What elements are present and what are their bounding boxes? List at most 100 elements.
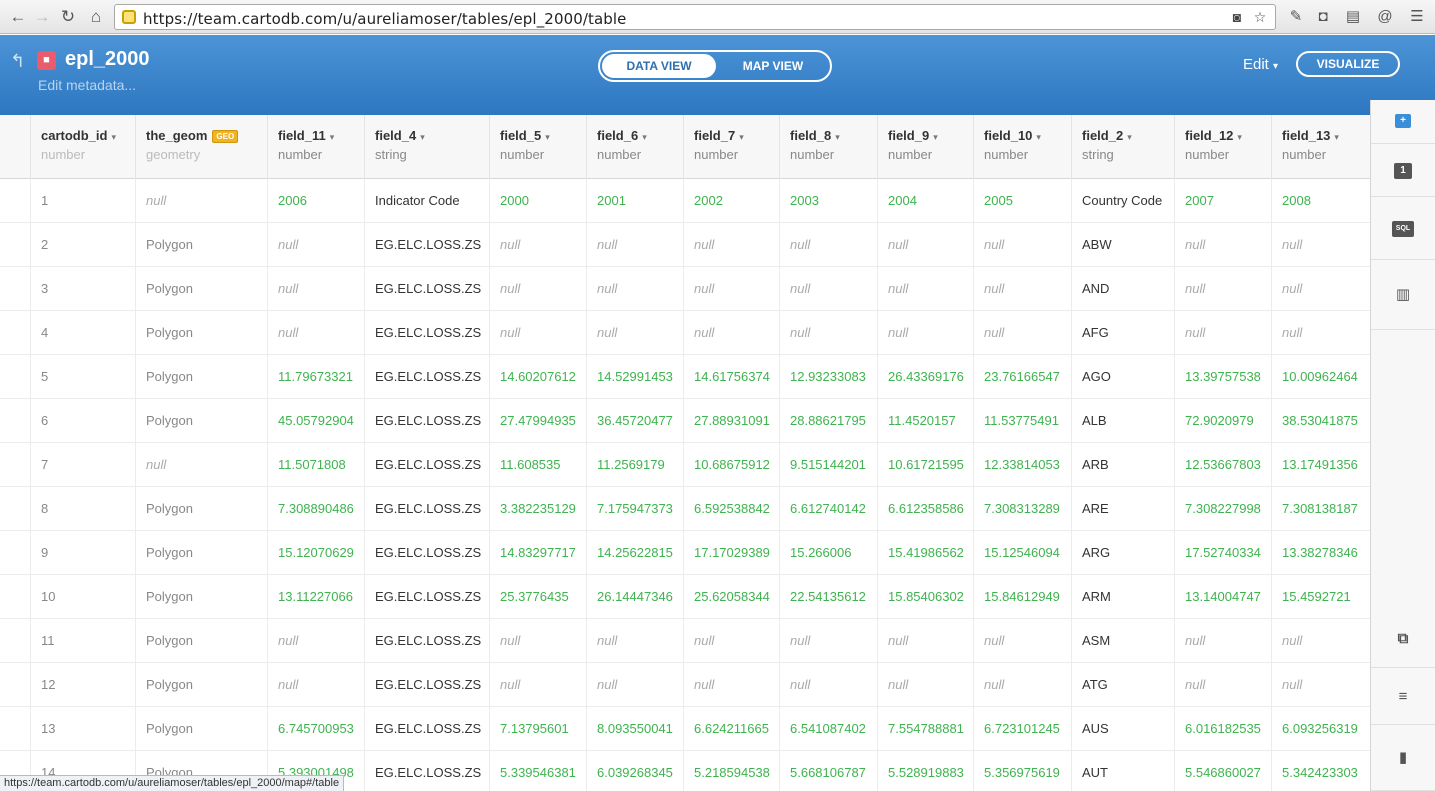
column-name[interactable]: field_9 ▾ xyxy=(888,128,938,143)
table-cell-field_5[interactable]: 11.608535 xyxy=(489,443,586,487)
table-cell-field_6[interactable]: 26.14447346 xyxy=(586,575,683,619)
back-arrow-icon[interactable]: ← xyxy=(8,7,28,27)
table-cell-field_11[interactable]: 45.05792904 xyxy=(267,399,364,443)
column-header-field_8[interactable]: field_8 ▾ number xyxy=(779,115,877,179)
table-cell-field_9[interactable]: 15.85406302 xyxy=(877,575,973,619)
table-cell-field_13[interactable]: 7.308138187 xyxy=(1271,487,1370,531)
table-cell-field_6[interactable]: 14.52991453 xyxy=(586,355,683,399)
table-cell-field_9[interactable]: null xyxy=(877,619,973,663)
column-type[interactable]: number xyxy=(984,147,1028,162)
table-cell-the_geom[interactable]: Polygon xyxy=(135,355,267,399)
table-cell-field_9[interactable]: null xyxy=(877,223,973,267)
table-cell-field_6[interactable]: null xyxy=(586,267,683,311)
table-cell-field_2[interactable]: ASM xyxy=(1071,619,1174,663)
side-tool-bookmark[interactable]: ▮ xyxy=(1371,725,1435,791)
table-cell-field_12[interactable]: null xyxy=(1174,223,1271,267)
table-cell-field_10[interactable]: 15.84612949 xyxy=(973,575,1071,619)
table-cell-field_11[interactable]: 15.12070629 xyxy=(267,531,364,575)
column-header-field_5[interactable]: field_5 ▾ number xyxy=(489,115,586,179)
column-type[interactable]: number xyxy=(278,147,322,162)
table-cell-field_9[interactable]: 15.41986562 xyxy=(877,531,973,575)
table-cell-field_9[interactable]: 5.528919883 xyxy=(877,751,973,791)
table-cell-field_13[interactable]: null xyxy=(1271,619,1370,663)
side-tool-filter[interactable]: ≡ xyxy=(1371,668,1435,725)
table-cell-field_12[interactable]: 13.14004747 xyxy=(1174,575,1271,619)
table-cell-field_13[interactable]: 10.00962464 xyxy=(1271,355,1370,399)
table-cell-field_12[interactable]: null xyxy=(1174,267,1271,311)
table-cell-field_2[interactable]: AGO xyxy=(1071,355,1174,399)
table-cell-field_12[interactable]: 6.016182535 xyxy=(1174,707,1271,751)
table-cell-the_geom[interactable]: Polygon xyxy=(135,531,267,575)
column-name[interactable]: field_5 ▾ xyxy=(500,128,550,143)
column-name[interactable]: cartodb_id ▾ xyxy=(41,128,116,143)
table-cell-the_geom[interactable]: Polygon xyxy=(135,619,267,663)
table-cell-field_9[interactable]: 11.4520157 xyxy=(877,399,973,443)
home-icon[interactable]: ⌂ xyxy=(86,7,106,27)
column-header-field_4[interactable]: field_4 ▾ string xyxy=(364,115,489,179)
reader-extension-icon[interactable]: ▤ xyxy=(1344,8,1362,26)
table-cell-field_6[interactable]: null xyxy=(586,311,683,355)
table-cell-field_9[interactable]: 2004 xyxy=(877,179,973,223)
table-cell-field_10[interactable]: 7.308313289 xyxy=(973,487,1071,531)
table-cell-field_2[interactable]: AUS xyxy=(1071,707,1174,751)
table-cell-field_5[interactable]: 5.339546381 xyxy=(489,751,586,791)
map-view-tab[interactable]: MAP VIEW xyxy=(718,54,828,78)
table-cell-field_10[interactable]: null xyxy=(973,267,1071,311)
table-cell-field_4[interactable]: EG.ELC.LOSS.ZS xyxy=(364,399,489,443)
table-cell-cartodb_id[interactable]: 2 xyxy=(30,223,135,267)
menu-icon[interactable]: ☰ xyxy=(1408,8,1426,26)
table-cell-field_4[interactable]: EG.ELC.LOSS.ZS xyxy=(364,575,489,619)
table-cell-field_9[interactable]: 6.612358586 xyxy=(877,487,973,531)
table-cell-cartodb_id[interactable]: 10 xyxy=(30,575,135,619)
table-cell-field_2[interactable]: AND xyxy=(1071,267,1174,311)
at-extension-icon[interactable]: @ xyxy=(1376,8,1394,26)
table-cell-field_12[interactable]: 72.9020979 xyxy=(1174,399,1271,443)
table-cell-cartodb_id[interactable]: 8 xyxy=(30,487,135,531)
visualize-button[interactable]: VISUALIZE xyxy=(1296,51,1400,77)
table-cell-field_11[interactable]: null xyxy=(267,311,364,355)
table-cell-field_10[interactable]: 12.33814053 xyxy=(973,443,1071,487)
table-cell-field_7[interactable]: null xyxy=(683,267,779,311)
chevron-down-icon[interactable]: ▾ xyxy=(933,132,938,142)
table-cell-field_12[interactable]: 17.52740334 xyxy=(1174,531,1271,575)
table-cell-field_10[interactable]: 6.723101245 xyxy=(973,707,1071,751)
table-cell-cartodb_id[interactable]: 9 xyxy=(30,531,135,575)
table-cell-field_4[interactable]: EG.ELC.LOSS.ZS xyxy=(364,531,489,575)
table-cell-cartodb_id[interactable]: 5 xyxy=(30,355,135,399)
column-type[interactable]: number xyxy=(1282,147,1326,162)
table-cell-the_geom[interactable]: Polygon xyxy=(135,311,267,355)
table-cell-cartodb_id[interactable]: 1 xyxy=(30,179,135,223)
table-cell-field_7[interactable]: null xyxy=(683,223,779,267)
side-tool-sql[interactable]: SQL xyxy=(1371,197,1435,260)
table-cell-field_2[interactable]: Country Code xyxy=(1071,179,1174,223)
table-cell-field_4[interactable]: EG.ELC.LOSS.ZS xyxy=(364,223,489,267)
table-cell-field_12[interactable]: 12.53667803 xyxy=(1174,443,1271,487)
table-cell-cartodb_id[interactable]: 11 xyxy=(30,619,135,663)
table-cell-field_7[interactable]: 10.68675912 xyxy=(683,443,779,487)
table-cell-field_11[interactable]: 13.11227066 xyxy=(267,575,364,619)
table-cell-field_11[interactable]: null xyxy=(267,223,364,267)
table-cell-cartodb_id[interactable]: 7 xyxy=(30,443,135,487)
chevron-down-icon[interactable]: ▾ xyxy=(330,132,335,142)
back-to-dashboard-icon[interactable]: ↰ xyxy=(10,51,25,72)
table-cell-field_8[interactable]: 5.668106787 xyxy=(779,751,877,791)
chevron-down-icon[interactable]: ▾ xyxy=(1036,132,1041,142)
column-type[interactable]: string xyxy=(375,147,407,162)
column-name[interactable]: field_10 ▾ xyxy=(984,128,1041,143)
table-cell-field_7[interactable]: 2002 xyxy=(683,179,779,223)
table-cell-field_11[interactable]: 6.745700953 xyxy=(267,707,364,751)
table-cell-field_13[interactable]: 6.093256319 xyxy=(1271,707,1370,751)
table-cell-field_10[interactable]: 15.12546094 xyxy=(973,531,1071,575)
table-cell-field_9[interactable]: null xyxy=(877,267,973,311)
chevron-down-icon[interactable]: ▾ xyxy=(1237,132,1242,142)
table-cell-cartodb_id[interactable]: 12 xyxy=(30,663,135,707)
column-header-field_12[interactable]: field_12 ▾ number xyxy=(1174,115,1271,179)
table-cell-cartodb_id[interactable]: 6 xyxy=(30,399,135,443)
column-type[interactable]: number xyxy=(888,147,932,162)
table-cell-field_8[interactable]: 12.93233083 xyxy=(779,355,877,399)
table-cell-field_13[interactable]: 13.38278346 xyxy=(1271,531,1370,575)
chevron-down-icon[interactable]: ▾ xyxy=(111,132,116,142)
table-cell-field_5[interactable]: 25.3776435 xyxy=(489,575,586,619)
pocket-extension-icon[interactable]: ◘ xyxy=(1314,8,1332,26)
table-cell-the_geom[interactable]: null xyxy=(135,179,267,223)
